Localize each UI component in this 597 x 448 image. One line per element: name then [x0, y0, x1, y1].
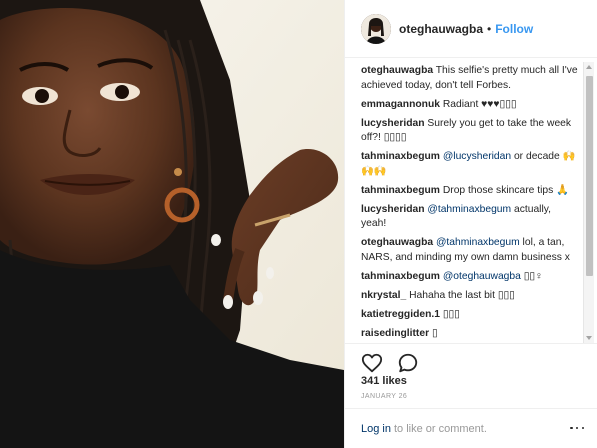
- scroll-up-arrow-icon[interactable]: [586, 65, 592, 69]
- comment-username[interactable]: oteghauwagba: [361, 237, 433, 248]
- scroll-down-arrow-icon[interactable]: [586, 336, 592, 340]
- login-link[interactable]: Log in: [361, 423, 391, 435]
- scroll-thumb[interactable]: [586, 76, 593, 276]
- comment-item: katietreggiden.1 ▯▯▯: [361, 308, 579, 323]
- selfie-image: [0, 0, 344, 448]
- comment-mention[interactable]: @oteghauwagba: [440, 271, 521, 282]
- likes-count[interactable]: 341 likes: [361, 375, 407, 387]
- comment-username[interactable]: tahminaxbegum: [361, 271, 440, 282]
- avatar-image: [361, 13, 391, 44]
- heart-icon[interactable]: [361, 352, 383, 374]
- follow-button[interactable]: Follow: [495, 22, 533, 36]
- header-separator: •: [487, 21, 492, 36]
- comment-bar: Log in to like or comment.: [345, 408, 597, 448]
- post-photo[interactable]: [0, 0, 344, 448]
- comment-username[interactable]: tahminaxbegum: [361, 151, 440, 162]
- author-username[interactable]: oteghauwagba: [399, 22, 483, 36]
- comment-item: tahminaxbegum @lucysheridan or decade 🙌🙌…: [361, 150, 579, 179]
- comment-text: ▯▯▯: [439, 308, 460, 320]
- speech-bubble-icon[interactable]: [397, 352, 419, 374]
- comment-item: oteghauwagba This selfie's pretty much a…: [361, 64, 579, 93]
- comment-username[interactable]: oteghauwagba: [361, 65, 433, 76]
- comment-username[interactable]: nkrystal_: [361, 290, 406, 301]
- comment-item: tahminaxbegum @oteghauwagba ▯▯♀: [361, 270, 579, 285]
- post-details-panel: oteghauwagba • Follow oteghauwagba This …: [344, 0, 597, 448]
- comment-text: ▯: [429, 327, 438, 339]
- comment-item: lucysheridan Surely you get to take the …: [361, 117, 579, 146]
- comments-list[interactable]: oteghauwagba This selfie's pretty much a…: [361, 64, 579, 342]
- comment-username[interactable]: emmagannonuk: [361, 99, 440, 110]
- comment-mention[interactable]: @tahminaxbegum: [425, 204, 511, 215]
- comment-item: raisedinglitter ▯: [361, 327, 579, 342]
- comment-item: emmagannonuk Radiant ♥♥♥▯▯▯: [361, 98, 579, 113]
- comment-prompt: to like or comment.: [393, 422, 487, 435]
- comment-mention[interactable]: @lucysheridan: [440, 151, 511, 162]
- comments-scrollbar[interactable]: [583, 62, 594, 343]
- comment-text: Hahaha the last bit ▯▯▯: [406, 289, 515, 301]
- post-actions: 341 likes JANUARY 26 Log in to like or c…: [345, 343, 597, 447]
- ellipsis-icon[interactable]: [570, 423, 584, 433]
- comment-text: ▯▯▯: [499, 98, 517, 110]
- comment-username[interactable]: lucysheridan: [361, 204, 425, 215]
- post-header: oteghauwagba • Follow: [345, 0, 597, 58]
- comment-username[interactable]: lucysheridan: [361, 118, 425, 129]
- comment-text: Radiant ♥♥♥: [439, 98, 500, 110]
- comment-item: nkrystal_ Hahaha the last bit ▯▯▯: [361, 289, 579, 304]
- comment-username[interactable]: tahminaxbegum: [361, 185, 440, 196]
- avatar[interactable]: [361, 13, 391, 44]
- comment-text: Drop those skincare tips 🙏: [439, 184, 569, 196]
- post-date: JANUARY 26: [361, 393, 408, 400]
- comment-username[interactable]: raisedinglitter: [361, 328, 429, 339]
- comment-item: tahminaxbegum Drop those skincare tips 🙏: [361, 184, 579, 199]
- comment-item: oteghauwagba @tahminaxbegum lol, a tan, …: [361, 236, 579, 265]
- comment-item: lucysheridan @tahminaxbegum actually, ye…: [361, 203, 579, 232]
- comment-mention[interactable]: @tahminaxbegum: [433, 237, 520, 248]
- comment-username[interactable]: katietreggiden.1: [361, 309, 440, 320]
- comment-text: ▯▯♀: [520, 270, 543, 282]
- action-icons: [361, 350, 433, 376]
